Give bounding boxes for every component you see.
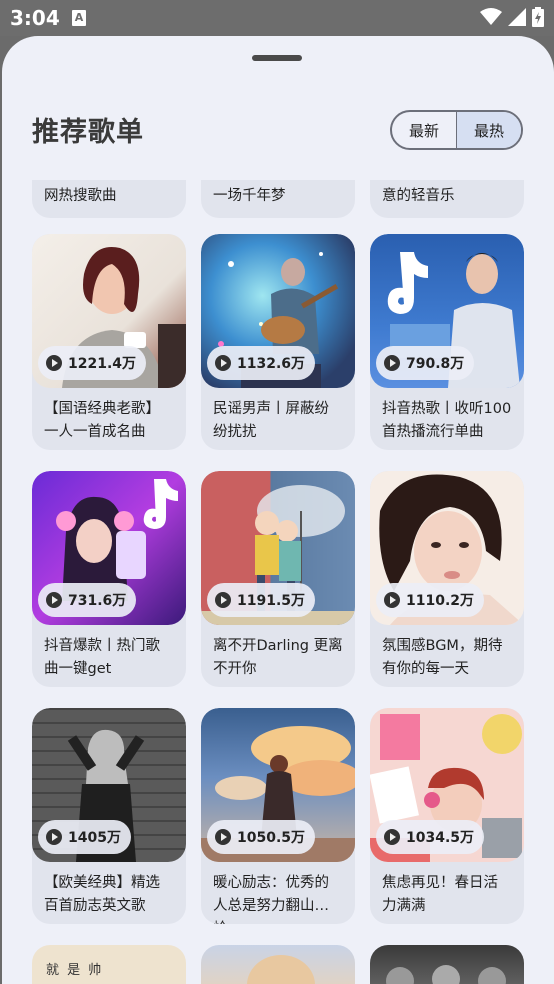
playlist-cover: 1110.2万 [370,471,524,625]
play-count: 1191.5万 [237,593,306,609]
playlist-title: 抖音热歌丨收听100首热播流行单曲 [382,401,512,440]
playlist-cover: 1191.5万 [201,471,355,625]
play-icon [46,355,62,371]
signal-icon [508,8,526,26]
playlist-card[interactable]: 1034.5万 焦虑再见！春日活力满满 [370,708,524,924]
playlist-card-partial[interactable]: 一场千年梦 [201,180,355,218]
playlist-title: 抖音爆款丨热门歌曲一键get [44,638,160,677]
play-count: 1110.2万 [406,593,475,609]
playlist-card-peek[interactable]: 就 是 帅 [32,945,186,984]
playlist-cover: 1034.5万 [370,708,524,862]
play-count: 1221.4万 [68,356,137,372]
playlist-cover: 1132.6万 [201,234,355,388]
playlist-cover: 790.8万 [370,234,524,388]
play-count-badge: 1034.5万 [376,820,485,854]
playlist-cover: 1221.4万 [32,234,186,388]
page-title: 推荐歌单 [32,117,144,148]
notification-icon: A [72,10,86,26]
playlist-title: 【国语经典老歌】一人一首成名曲 [44,401,160,440]
playlist-grid: 网热搜歌曲 一场千年梦 意的轻音乐 1221.4万 【国语经典老歌】一人一首成名… [2,180,554,984]
play-count-badge: 1050.5万 [207,820,316,854]
playlist-card-partial[interactable]: 意的轻音乐 [370,180,524,218]
playlist-card[interactable]: 1132.6万 民谣男声丨屏蔽纷纷扰扰 [201,234,355,450]
playlist-card-peek[interactable] [201,945,355,984]
playlist-title: 焦虑再见！春日活力满满 [382,875,498,914]
play-icon [384,592,400,608]
bottom-sheet: 推荐歌单 最新 最热 网热搜歌曲 一场千年梦 意的轻音乐 1221.4万 【国语… [2,36,554,984]
playlist-card[interactable]: 1221.4万 【国语经典老歌】一人一首成名曲 [32,234,186,450]
play-count-badge: 1110.2万 [376,583,485,617]
playlist-cover: 1050.5万 [201,708,355,862]
playlist-title: 离不开Darling 更离不开你 [213,638,343,677]
play-count: 731.6万 [68,593,127,609]
play-count-badge: 1221.4万 [38,346,147,380]
playlist-card[interactable]: 1050.5万 暖心励志：优秀的人总是努力翻山越岭 [201,708,355,924]
play-count: 1132.6万 [237,356,306,372]
play-count-badge: 790.8万 [376,346,475,380]
playlist-cover: 731.6万 [32,471,186,625]
tab-hottest[interactable]: 最热 [457,112,521,148]
playlist-title: 民谣男声丨屏蔽纷纷扰扰 [213,401,329,440]
play-icon [46,592,62,608]
playlist-title: 暖心励志：优秀的人总是努力翻山越岭 [213,875,329,924]
status-bar: 3:04 A [0,0,554,36]
playlist-card[interactable]: 1405万 【欧美经典】精选百首励志英文歌 [32,708,186,924]
playlist-title: 一场千年梦 [213,188,286,204]
playlist-cover: 1405万 [32,708,186,862]
play-count-badge: 1191.5万 [207,583,316,617]
play-count-badge: 731.6万 [38,583,137,617]
play-count-badge: 1132.6万 [207,346,316,380]
play-count: 1034.5万 [406,830,475,846]
play-icon [215,829,231,845]
play-icon [215,355,231,371]
drag-handle[interactable] [252,55,302,61]
playlist-title: 网热搜歌曲 [44,188,117,204]
play-icon [215,592,231,608]
sort-toggle: 最新 最热 [390,110,523,150]
play-count: 790.8万 [406,356,465,372]
playlist-card[interactable]: 1110.2万 氛围感BGM，期待有你的每一天 [370,471,524,687]
peek-cover-text: 就 是 帅 [46,963,104,978]
wifi-icon [480,8,502,25]
playlist-title: 意的轻音乐 [382,188,455,204]
playlist-title: 【欧美经典】精选百首励志英文歌 [44,875,160,914]
play-count: 1050.5万 [237,830,306,846]
playlist-card[interactable]: 1191.5万 离不开Darling 更离不开你 [201,471,355,687]
playlist-card-partial[interactable]: 网热搜歌曲 [32,180,186,218]
playlist-card-peek[interactable] [370,945,524,984]
playlist-title: 氛围感BGM，期待有你的每一天 [382,638,503,677]
status-icons [480,7,544,27]
play-icon [46,829,62,845]
play-count-badge: 1405万 [38,820,131,854]
status-time: 3:04 [10,6,60,30]
playlist-card[interactable]: 790.8万 抖音热歌丨收听100首热播流行单曲 [370,234,524,450]
play-icon [384,829,400,845]
playlist-card[interactable]: 731.6万 抖音爆款丨热门歌曲一键get [32,471,186,687]
tab-latest[interactable]: 最新 [392,112,457,148]
play-icon [384,355,400,371]
battery-icon [532,7,544,27]
play-count: 1405万 [68,830,121,846]
